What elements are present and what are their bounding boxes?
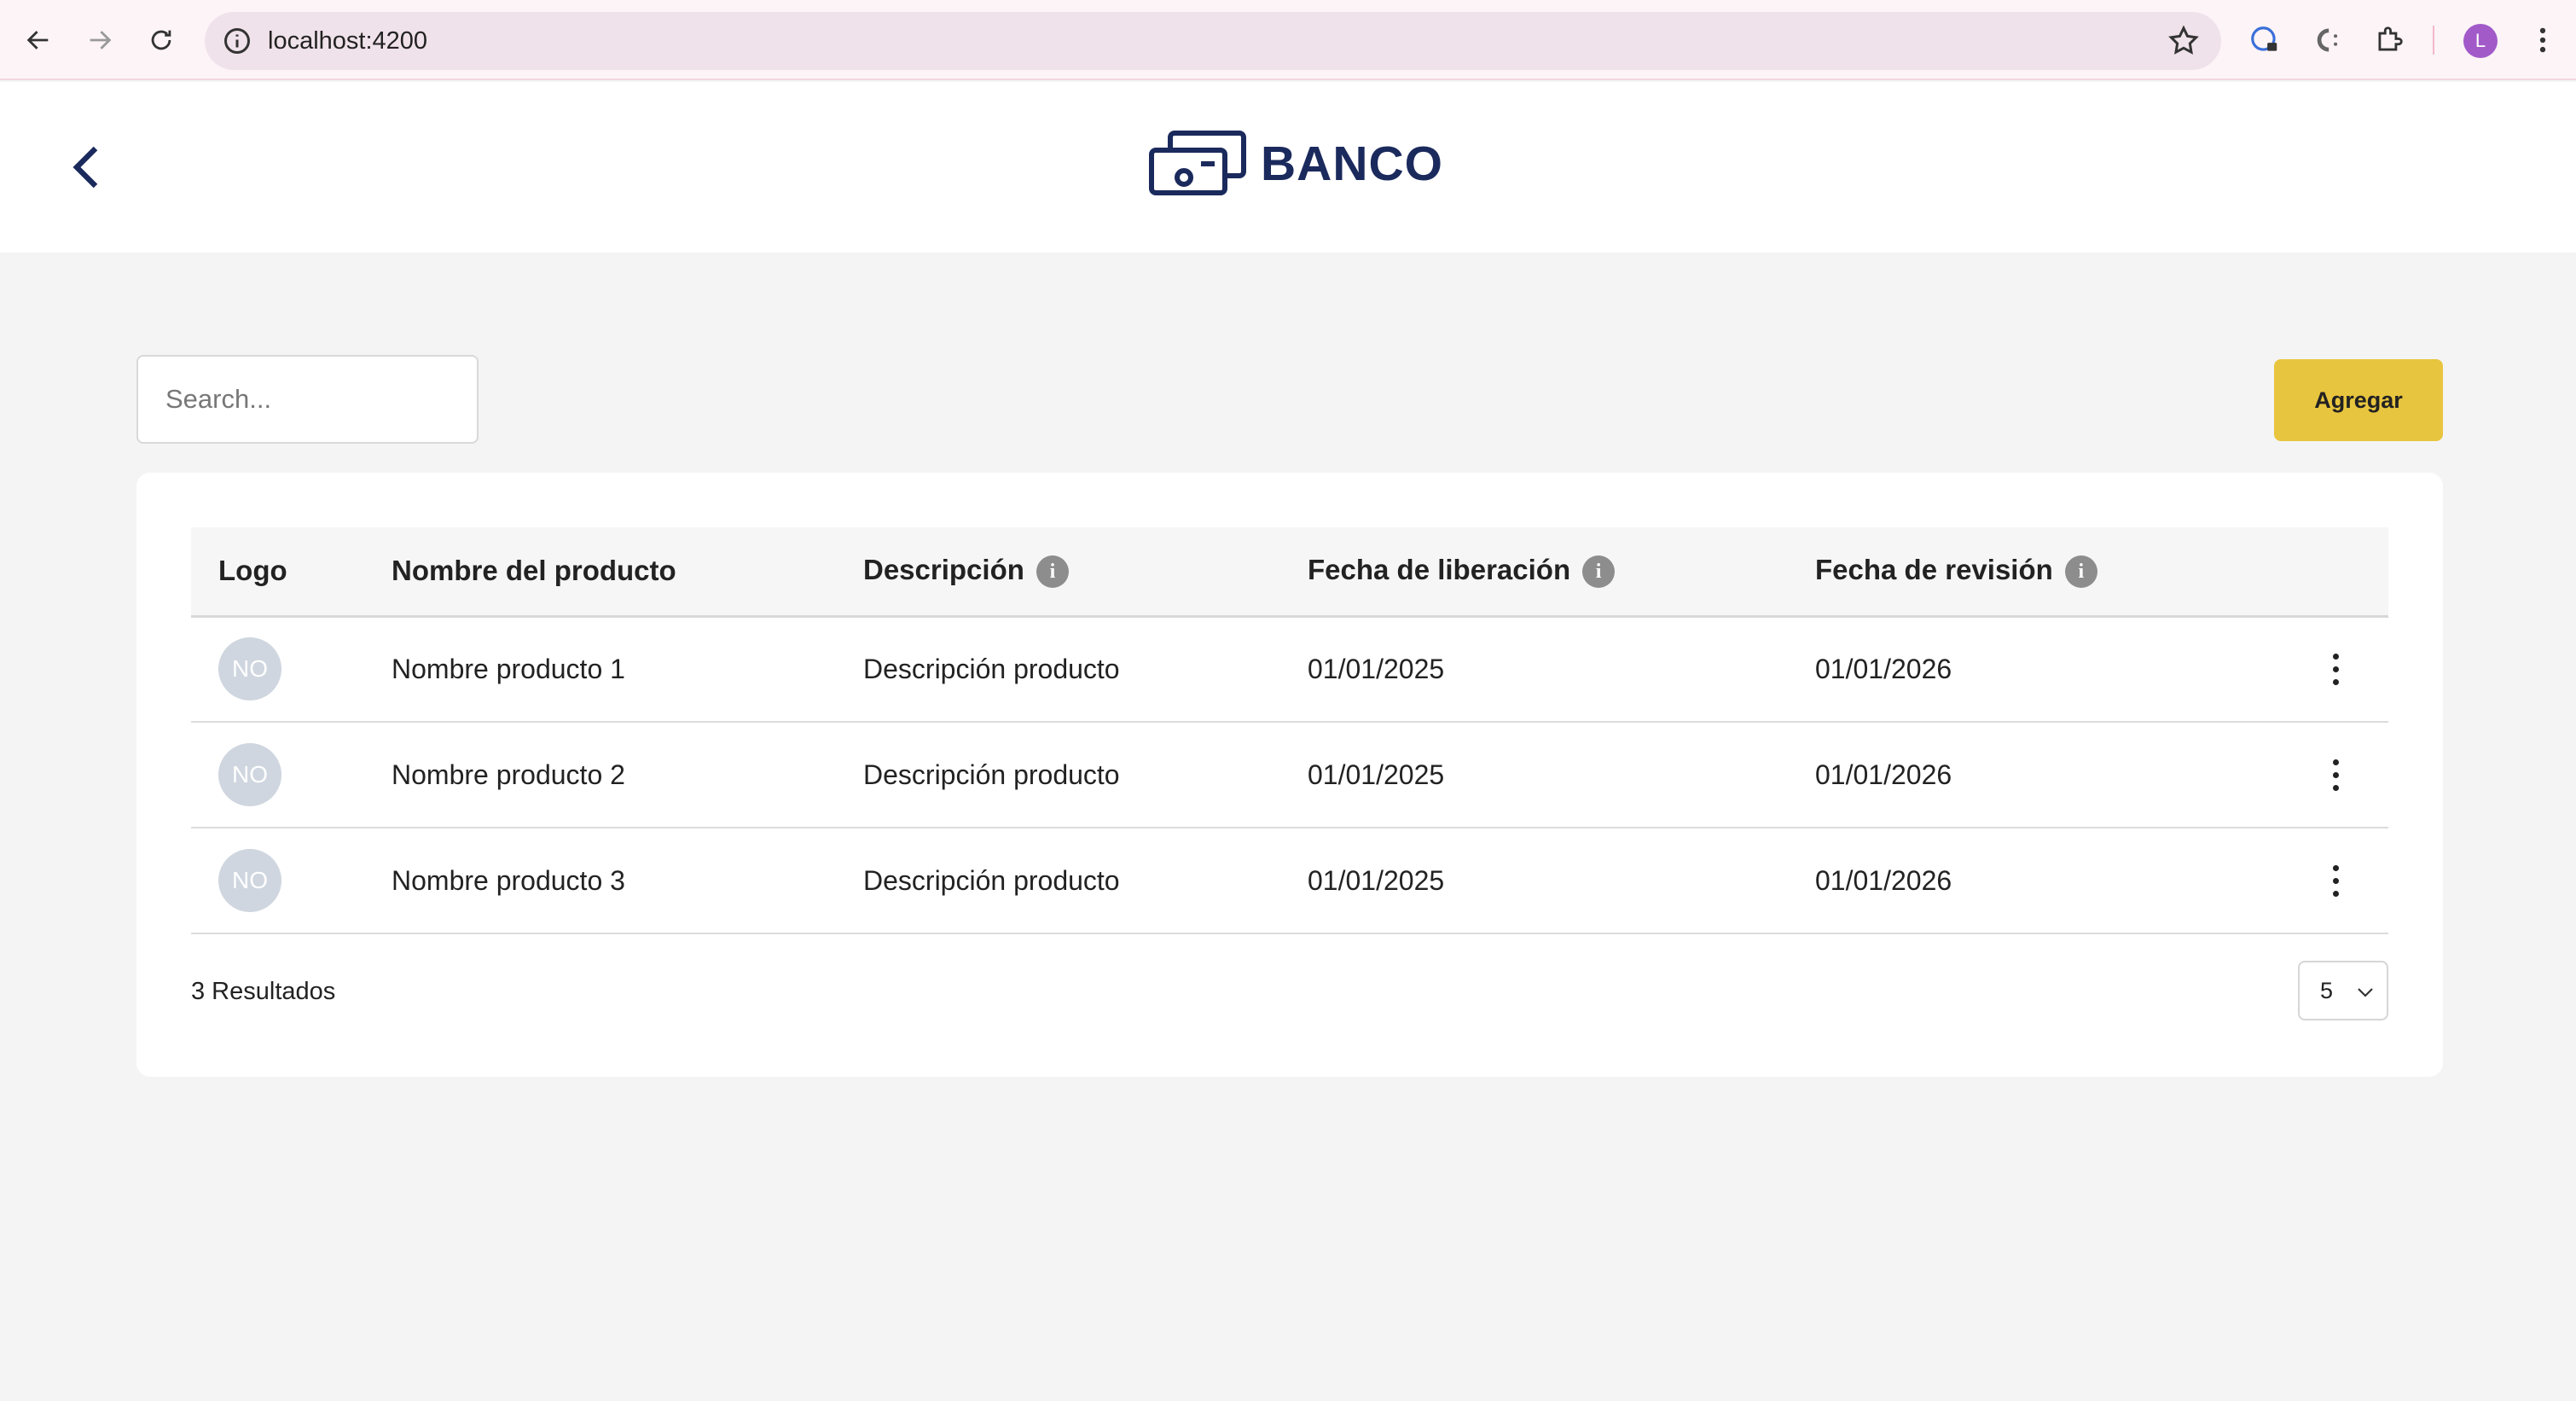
cell-revision-date: 01/01/2026	[1815, 864, 1952, 896]
search-input[interactable]	[136, 355, 479, 444]
browser-menu-button[interactable]	[2521, 19, 2564, 61]
cell-name: Nombre producto 2	[392, 759, 625, 790]
profile-avatar[interactable]: L	[2463, 24, 2498, 58]
cell-description: Descripción producto	[863, 864, 1120, 896]
column-header-release-date: Fecha de liberación i	[1280, 527, 1788, 616]
product-logo-badge: NO	[218, 637, 281, 701]
column-header-revision-date: Fecha de revisión i	[1788, 527, 2269, 616]
column-header-description: Descripción i	[836, 527, 1280, 616]
row-menu-button[interactable]	[2317, 643, 2354, 695]
extensions-button[interactable]	[2368, 19, 2411, 61]
kebab-menu-icon	[2332, 864, 2339, 871]
forward-arrow-icon	[90, 31, 112, 49]
cell-release-date: 01/01/2025	[1308, 759, 1445, 790]
app-header: BANCO	[0, 82, 2576, 253]
back-button[interactable]	[67, 143, 109, 191]
column-header-actions	[2269, 527, 2388, 616]
cell-revision-date: 01/01/2026	[1815, 653, 1952, 684]
page-size-select[interactable]: 5	[2298, 961, 2388, 1020]
url-text[interactable]: localhost:4200	[268, 27, 427, 55]
puzzle-icon	[2378, 26, 2403, 51]
cell-description: Descripción producto	[863, 759, 1120, 790]
browser-toolbar: localhost:4200 L	[0, 0, 2576, 80]
browser-reload-button[interactable]	[140, 19, 183, 61]
cell-release-date: 01/01/2025	[1308, 653, 1445, 684]
kebab-menu-icon	[2332, 759, 2339, 765]
product-logo-badge: NO	[218, 743, 281, 806]
row-menu-button[interactable]	[2317, 855, 2354, 906]
site-info-icon[interactable]	[222, 26, 252, 56]
page-size-value: 5	[2320, 977, 2334, 1003]
back-arrow-icon	[26, 31, 49, 49]
product-logo-badge: NO	[218, 849, 281, 912]
add-button[interactable]: Agregar	[2274, 359, 2443, 441]
row-menu-button[interactable]	[2317, 749, 2354, 800]
column-header-name: Nombre del producto	[392, 555, 676, 587]
browser-back-button[interactable]	[17, 19, 60, 61]
column-header-logo: Logo	[218, 555, 287, 587]
kebab-menu-icon	[2539, 27, 2546, 53]
extension-icon	[2317, 28, 2338, 52]
info-icon[interactable]: i	[1036, 555, 1069, 589]
extension-c-button[interactable]	[2305, 19, 2347, 61]
cell-name: Nombre producto 3	[392, 864, 625, 896]
cell-logo: NO	[191, 722, 364, 828]
cell-release-date: 01/01/2025	[1308, 864, 1445, 896]
table-row: NO Nombre producto 2 Descripción product…	[191, 722, 2388, 828]
brand-name: BANCO	[1261, 137, 1443, 191]
money-logo-icon	[1149, 131, 1246, 195]
cell-logo: NO	[191, 828, 364, 933]
address-bar[interactable]: localhost:4200	[205, 12, 2221, 70]
table-header-row: Logo Nombre del producto Descripción i Fe…	[191, 527, 2388, 616]
chevron-down-icon	[2358, 988, 2373, 997]
chevron-left-icon	[73, 146, 98, 189]
password-manager-icon	[2251, 26, 2277, 51]
kebab-menu-icon	[2332, 653, 2339, 660]
browser-forward-button[interactable]	[78, 19, 121, 61]
info-icon[interactable]: i	[2064, 555, 2097, 589]
cell-logo: NO	[191, 616, 364, 722]
reload-icon	[151, 30, 171, 50]
toolbar-separator	[2433, 26, 2434, 55]
products-table: Logo Nombre del producto Descripción i Fe…	[191, 527, 2388, 934]
cell-revision-date: 01/01/2026	[1815, 759, 1952, 790]
cell-actions	[2269, 828, 2388, 933]
cell-actions	[2269, 722, 2388, 828]
table-row: NO Nombre producto 3 Descripción product…	[191, 828, 2388, 933]
cell-name: Nombre producto 1	[392, 653, 625, 684]
info-icon[interactable]: i	[1582, 555, 1616, 589]
brand-logo: BANCO	[1148, 130, 1443, 198]
products-card: Logo Nombre del producto Descripción i Fe…	[136, 473, 2443, 1077]
cell-actions	[2269, 616, 2388, 722]
table-row: NO Nombre producto 1 Descripción product…	[191, 616, 2388, 722]
cell-description: Descripción producto	[863, 653, 1120, 684]
results-count: 3 Resultados	[191, 978, 336, 1005]
star-icon[interactable]	[2167, 24, 2201, 58]
password-manager-button[interactable]	[2243, 19, 2286, 61]
